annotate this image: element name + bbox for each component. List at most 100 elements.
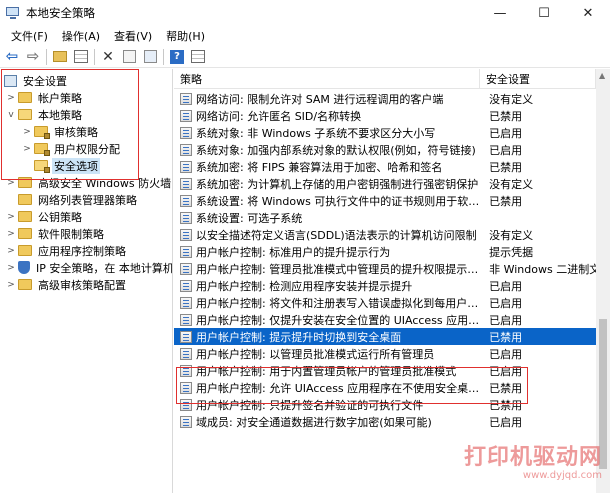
policy-name: 网络访问: 允许匿名 SID/名称转换 xyxy=(196,109,362,123)
policy-name: 用户帐户控制: 检测应用程序安装并提示提升 xyxy=(196,279,413,293)
policy-row[interactable]: 网络访问: 限制允许对 SAM 进行远程调用的客户端 没有定义 xyxy=(174,90,596,107)
chevron-right-icon[interactable]: > xyxy=(22,127,32,137)
tree-item-account-policies[interactable]: > 帐户策略 xyxy=(6,89,84,106)
menu-file[interactable]: 文件(F) xyxy=(4,28,55,44)
toolbar-separator xyxy=(46,48,47,65)
menu-action[interactable]: 操作(A) xyxy=(55,28,107,44)
chevron-right-icon[interactable]: > xyxy=(6,212,16,222)
title-bar: 本地安全策略 — ☐ ✕ xyxy=(0,0,610,26)
chevron-right-icon[interactable]: > xyxy=(6,263,16,273)
policy-row[interactable]: 系统加密: 将 FIPS 兼容算法用于加密、哈希和签名 已禁用 xyxy=(174,158,596,175)
back-icon[interactable]: ⇦ xyxy=(3,48,21,66)
policy-row[interactable]: 系统设置: 将 Windows 可执行文件中的证书规则用于软件... 已禁用 xyxy=(174,192,596,209)
forward-icon[interactable]: ⇨ xyxy=(24,48,42,66)
tree-item-software-restriction[interactable]: > 软件限制策略 xyxy=(6,225,106,242)
policy-row[interactable]: 用户帐户控制: 允许 UIAccess 应用程序在不使用安全桌面... 已禁用 xyxy=(174,379,596,396)
folder-icon xyxy=(18,228,32,239)
policy-name: 系统加密: 将 FIPS 兼容算法用于加密、哈希和签名 xyxy=(196,160,443,174)
policy-icon xyxy=(180,347,192,360)
policy-row[interactable]: 用户帐户控制: 标准用户的提升提示行为 提示凭据 xyxy=(174,243,596,260)
policy-name: 网络访问: 限制允许对 SAM 进行远程调用的客户端 xyxy=(196,92,444,106)
minimize-button[interactable]: — xyxy=(478,0,522,26)
policy-icon xyxy=(180,364,192,377)
policy-icon xyxy=(180,126,192,139)
chevron-right-icon[interactable]: > xyxy=(6,93,16,103)
policy-row[interactable]: 用户帐户控制: 检测应用程序安装并提示提升 已启用 xyxy=(174,277,596,294)
export-list-icon[interactable] xyxy=(141,48,159,66)
policy-row[interactable]: 用户帐户控制: 以管理员批准模式运行所有管理员 已启用 xyxy=(174,345,596,362)
chevron-right-icon[interactable]: > xyxy=(6,246,16,256)
policy-row[interactable]: 系统对象: 非 Windows 子系统不要求区分大小写 已启用 xyxy=(174,124,596,141)
tree-item-user-rights-assignment[interactable]: > 用户权限分配 xyxy=(22,140,122,157)
folder-lock-icon xyxy=(34,143,50,156)
folder-icon xyxy=(18,245,32,256)
policy-row[interactable]: 用户帐户控制: 仅提升安装在安全位置的 UIAccess 应用程序 已启用 xyxy=(174,311,596,328)
policy-name: 用户帐户控制: 将文件和注册表写入错误虚拟化到每用户位置 xyxy=(196,296,482,310)
tree-item-public-key-policies[interactable]: > 公钥策略 xyxy=(6,208,84,225)
chevron-right-icon[interactable]: > xyxy=(22,144,32,154)
policy-icon xyxy=(180,194,192,207)
close-button[interactable]: ✕ xyxy=(566,0,610,26)
policy-icon xyxy=(180,177,192,190)
policy-icon xyxy=(180,381,192,394)
toolbar-separator xyxy=(163,48,164,65)
view-icon[interactable] xyxy=(189,48,207,66)
policy-row[interactable]: 网络访问: 允许匿名 SID/名称转换 已禁用 xyxy=(174,107,596,124)
policy-row[interactable]: 系统对象: 加强内部系统对象的默认权限(例如，符号链接) 已启用 xyxy=(174,141,596,158)
folder-lock-icon xyxy=(34,160,50,173)
policy-list: 策略 安全设置 网络访问: 限制允许对 SAM 进行远程调用的客户端 没有定义 网络… xyxy=(174,69,610,493)
tree-item-label: IP 安全策略，在 本地计算机 xyxy=(36,261,173,275)
policy-name: 用户帐户控制: 提示提升时切换到安全桌面 xyxy=(196,330,402,344)
list-header: 策略 安全设置 xyxy=(174,69,596,89)
policy-row[interactable]: 用户帐户控制: 将文件和注册表写入错误虚拟化到每用户位置 已启用 xyxy=(174,294,596,311)
policy-row[interactable]: 以安全描述符定义语言(SDDL)语法表示的计算机访问限制 没有定义 xyxy=(174,226,596,243)
tree-item-application-control[interactable]: > 应用程序控制策略 xyxy=(6,242,128,259)
properties-icon[interactable] xyxy=(120,48,138,66)
chevron-right-icon[interactable]: > xyxy=(6,280,16,290)
policy-row[interactable]: 用户帐户控制: 用于内置管理员帐户的管理员批准模式 已启用 xyxy=(174,362,596,379)
folder-icon xyxy=(18,211,32,222)
column-header-policy[interactable]: 策略 xyxy=(174,69,480,89)
policy-setting: 提示凭据 xyxy=(489,245,534,259)
policy-row[interactable]: 系统设置: 可选子系统 xyxy=(174,209,596,226)
ip-security-icon xyxy=(18,261,30,274)
tree-item-windows-firewall[interactable]: > 高级安全 Windows 防火墙 xyxy=(6,174,172,191)
tree-item-ip-security[interactable]: > IP 安全策略，在 本地计算机 xyxy=(6,259,173,276)
policy-name: 用户帐户控制: 只提升签名并验证的可执行文件 xyxy=(196,398,424,412)
chevron-right-icon[interactable]: > xyxy=(6,229,16,239)
column-header-setting[interactable]: 安全设置 xyxy=(480,69,596,89)
folder-lock-icon xyxy=(34,126,50,139)
tree-item-local-policies[interactable]: v 本地策略 xyxy=(6,106,84,123)
chevron-right-icon[interactable]: > xyxy=(6,178,16,188)
menu-help[interactable]: 帮助(H) xyxy=(159,28,212,44)
policy-row[interactable]: 域成员: 对安全通道数据进行数字加密(如果可能) 已启用 xyxy=(174,413,596,430)
policy-row[interactable]: 系统加密: 为计算机上存储的用户密钥强制进行强密钥保护 没有定义 xyxy=(174,175,596,192)
vertical-scrollbar[interactable]: ▲ xyxy=(596,69,610,493)
security-settings-icon xyxy=(4,74,17,87)
policy-name: 以安全描述符定义语言(SDDL)语法表示的计算机访问限制 xyxy=(196,228,477,242)
policy-row[interactable]: 用户帐户控制: 只提升签名并验证的可执行文件 已禁用 xyxy=(174,396,596,413)
tree-root-security-settings[interactable]: 安全设置 xyxy=(4,72,69,89)
policy-row[interactable]: 用户帐户控制: 管理员批准模式中管理员的提升权限提示的... 非 Windows … xyxy=(174,260,596,277)
scroll-up-icon[interactable]: ▲ xyxy=(599,71,605,80)
window-controls: — ☐ ✕ xyxy=(478,0,610,26)
tree-item-label: 应用程序控制策略 xyxy=(38,244,126,258)
tree-item-advanced-audit[interactable]: > 高级审核策略配置 xyxy=(6,276,128,293)
tree-item-security-options[interactable]: 安全选项 xyxy=(22,157,100,174)
policy-setting: 已禁用 xyxy=(489,381,523,395)
show-hide-tree-icon[interactable] xyxy=(72,48,90,66)
delete-icon[interactable]: ✕ xyxy=(99,48,117,66)
folder-up-icon[interactable] xyxy=(51,48,69,66)
policy-setting: 已禁用 xyxy=(489,194,523,208)
menu-view[interactable]: 查看(V) xyxy=(107,28,159,44)
tree-item-network-list-manager[interactable]: 网络列表管理器策略 xyxy=(6,191,139,208)
watermark: 打印机驱动网 www.dyjqd.com xyxy=(464,447,602,481)
chevron-down-icon[interactable]: v xyxy=(6,110,16,120)
policy-row[interactable]: 用户帐户控制: 提示提升时切换到安全桌面 已禁用 xyxy=(174,328,596,345)
help-icon[interactable]: ? xyxy=(168,48,186,66)
tree-item-audit-policy[interactable]: > 审核策略 xyxy=(22,123,100,140)
policy-icon xyxy=(180,228,192,241)
maximize-button[interactable]: ☐ xyxy=(522,0,566,26)
policy-icon xyxy=(180,313,192,326)
policy-icon xyxy=(180,109,192,122)
